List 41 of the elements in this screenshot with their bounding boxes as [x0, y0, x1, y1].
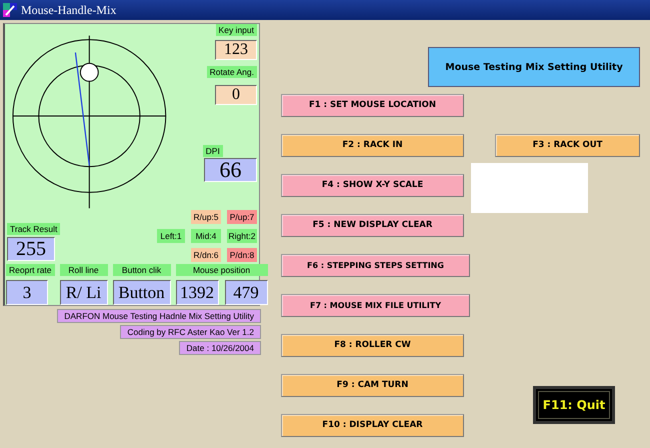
app-icon — [3, 3, 17, 17]
angle-field: 0 — [215, 85, 257, 105]
key-input-field: 123 — [215, 40, 257, 60]
field-label: DPI — [202, 145, 223, 157]
function-button[interactable]: F9 : CAM TURN — [281, 374, 464, 396]
function-button[interactable]: F8 : ROLLER CW — [281, 334, 464, 356]
credit-label: Date : 10/26/2004 — [179, 341, 261, 355]
value-field: 1392 — [176, 280, 219, 305]
value-field: R/ Li — [60, 280, 108, 305]
field-label: Mouse position — [176, 264, 268, 276]
function-button[interactable]: F5 : NEW DISPLAY CLEAR — [281, 214, 464, 236]
field-label: Roll line — [60, 264, 108, 276]
button-indicator: R/dn:6 — [191, 248, 221, 262]
function-button[interactable]: F3 : RACK OUT — [495, 134, 640, 156]
function-button[interactable]: F7 : MOUSE MIX FILE UTILITY — [281, 294, 470, 316]
button-indicator: Left:1 — [157, 229, 185, 243]
button-indicator: Right:2 — [227, 229, 257, 243]
button-indicator: R/up:5 — [191, 210, 221, 224]
value-field: 3 — [6, 280, 48, 305]
field-label: Rotate Ang. — [206, 66, 257, 78]
credit-label: Coding by RFC Aster Kao Ver 1.2 — [120, 325, 261, 339]
dpi-field: 66 — [204, 158, 257, 182]
function-button[interactable]: F4 : SHOW X-Y SCALE — [281, 174, 464, 196]
button-indicator: P/dn:8 — [227, 248, 257, 262]
button-indicator: Mid:4 — [191, 229, 221, 243]
function-button[interactable]: F2 : RACK IN — [281, 134, 464, 156]
function-button[interactable]: F6 : STEPPING STEPS SETTING — [281, 254, 470, 276]
field-label: Reoprt rate — [6, 264, 55, 276]
button-indicator: P/up:7 — [227, 210, 257, 224]
function-button[interactable]: F10 : DISPLAY CLEAR — [281, 414, 464, 436]
quit-button[interactable]: F11: Quit — [533, 386, 615, 424]
field-label: Track Result — [7, 223, 60, 235]
credit-label: DARFON Mouse Testing Hadnle Mix Setting Utility — [57, 309, 261, 323]
result-field: 255 — [7, 237, 55, 261]
value-field: Button — [112, 280, 171, 305]
function-button[interactable]: F1 : SET MOUSE LOCATION — [281, 94, 464, 116]
field-label: Button clik — [112, 264, 171, 276]
field-label: Key input — [216, 24, 257, 36]
value-field: 479 — [224, 280, 268, 305]
window-title: Mouse-Handle-Mix — [21, 2, 116, 18]
utility-header: Mouse Testing Mix Setting Utility — [428, 47, 640, 87]
